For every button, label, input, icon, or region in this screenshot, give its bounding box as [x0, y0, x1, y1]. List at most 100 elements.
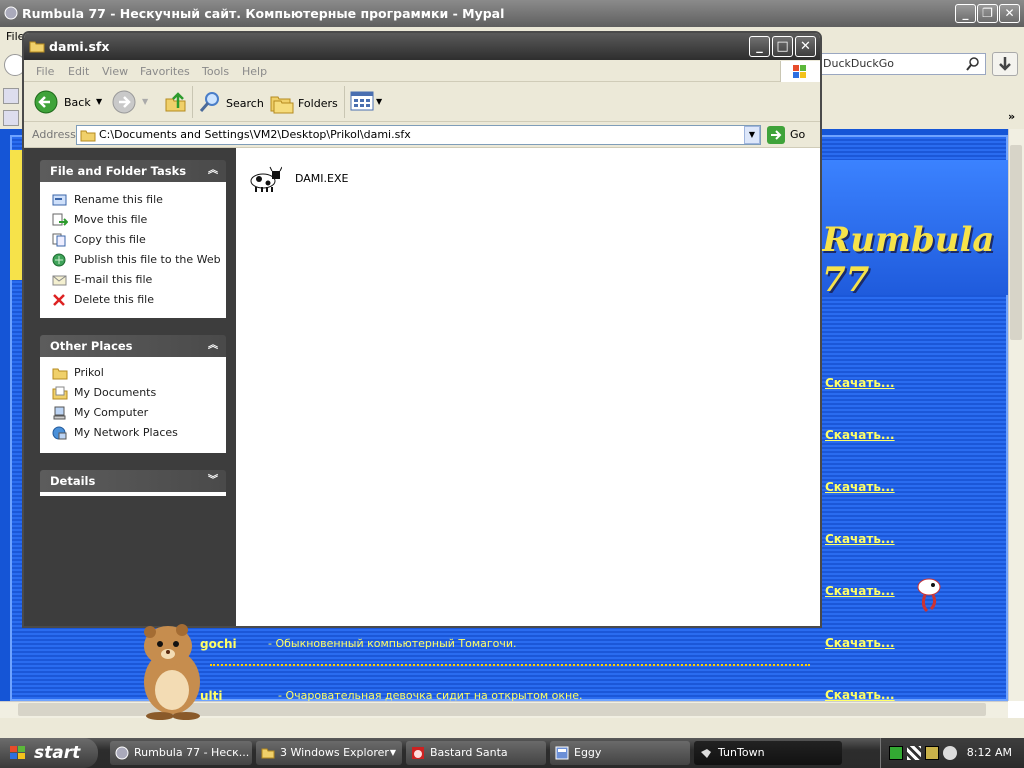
views-dropdown-icon[interactable]: ▼: [376, 97, 382, 106]
taskbar-item-eggy[interactable]: Eggy: [550, 741, 690, 765]
back-arrow-icon: [34, 90, 58, 114]
taskbar-item-bastard-santa[interactable]: Bastard Santa: [406, 741, 546, 765]
row-divider: [210, 664, 810, 670]
task-rename[interactable]: Rename this file: [52, 190, 163, 210]
site-logo[interactable]: Rumbula 77: [822, 220, 1024, 300]
file-tasks-header[interactable]: File and Folder Tasks ︽: [40, 160, 226, 182]
tray-game-icon[interactable]: [925, 746, 939, 760]
tab-overflow-icon[interactable]: »: [1008, 110, 1015, 123]
download-arrow-icon: [999, 57, 1011, 71]
forward-dropdown-icon[interactable]: ▼: [142, 97, 148, 106]
taskbar-item-label: Rumbula 77 - Неск...: [134, 746, 250, 759]
place-my-documents[interactable]: My Documents: [52, 383, 156, 403]
address-label: Address: [32, 128, 76, 141]
explorer-maximize-button[interactable]: □: [772, 36, 793, 57]
browser-minimize-button[interactable]: _: [955, 4, 976, 23]
taskbar-item-tuntown[interactable]: TunTown: [694, 741, 842, 765]
menu-file[interactable]: File: [36, 65, 54, 78]
place-label: Prikol: [74, 366, 104, 379]
menu-tools[interactable]: Tools: [202, 65, 229, 78]
explorer-title-bar[interactable]: dami.sfx: [24, 33, 820, 60]
small-creature-character[interactable]: [915, 575, 945, 613]
explorer-title: dami.sfx: [49, 39, 110, 54]
place-network[interactable]: My Network Places: [52, 423, 178, 443]
taskbar: start Rumbula 77 - Неск... 3 Windows Exp…: [0, 738, 1024, 768]
clock[interactable]: 8:12 AM: [967, 746, 1012, 759]
search-button[interactable]: Search: [198, 88, 264, 116]
windows-logo: [780, 61, 820, 83]
browser-app-icon: [4, 6, 18, 20]
email-icon: [52, 275, 67, 286]
expand-icon[interactable]: ︾: [206, 474, 220, 488]
back-dropdown-icon[interactable]: ▼: [96, 97, 102, 106]
other-places-header[interactable]: Other Places ︽: [40, 335, 226, 357]
taskbar-item-label: TunTown: [718, 746, 765, 759]
views-button[interactable]: ▼: [350, 90, 386, 116]
browser-title: Rumbula 77 - Нескучный сайт. Компьютерны…: [22, 6, 505, 21]
address-value: C:\Documents and Settings\VM2\Desktop\Pr…: [99, 128, 411, 141]
browser-title-bar[interactable]: Rumbula 77 - Нескучный сайт. Компьютерны…: [0, 0, 1024, 27]
download-link[interactable]: Скачать...: [825, 480, 895, 494]
task-move[interactable]: Move this file: [52, 210, 147, 230]
tray-checker-icon[interactable]: [907, 746, 921, 760]
eggy-icon: [555, 746, 569, 760]
forward-button[interactable]: ▼: [112, 90, 148, 116]
explorer-close-button[interactable]: ✕: [795, 36, 816, 57]
file-item[interactable]: DAMI.EXE: [248, 162, 368, 196]
forward-arrow-icon: [112, 90, 136, 114]
download-link[interactable]: Скачать...: [825, 584, 895, 598]
start-button[interactable]: start: [0, 738, 98, 768]
download-link[interactable]: Скачать...: [825, 532, 895, 546]
menu-edit[interactable]: Edit: [68, 65, 89, 78]
tray-sheep-icon[interactable]: [943, 746, 957, 760]
taskbar-item-label: Eggy: [574, 746, 602, 759]
download-link[interactable]: Скачать...: [825, 376, 895, 390]
windows-flag-icon: [793, 65, 806, 78]
details-header[interactable]: Details ︾: [40, 470, 226, 492]
santa-icon: [412, 747, 424, 759]
hamster-character[interactable]: [132, 620, 210, 720]
taskbar-item-browser[interactable]: Rumbula 77 - Неск...: [110, 741, 252, 765]
task-email[interactable]: E-mail this file: [52, 270, 152, 290]
task-publish[interactable]: Publish this file to the Web: [52, 250, 221, 270]
explorer-minimize-button[interactable]: _: [749, 36, 770, 57]
task-label: Copy this file: [74, 233, 146, 246]
rename-icon: [52, 194, 67, 206]
downloads-button[interactable]: [992, 52, 1018, 76]
group-dropdown-icon[interactable]: ▼: [390, 741, 396, 765]
go-arrow-icon[interactable]: [767, 126, 785, 144]
tuntown-icon: [701, 749, 711, 758]
place-my-computer[interactable]: My Computer: [52, 403, 148, 423]
taskbar-item-explorer[interactable]: 3 Windows Explorer ▼: [256, 741, 402, 765]
collapse-icon[interactable]: ︽: [206, 164, 220, 178]
browser-scroll-thumb[interactable]: [1010, 145, 1022, 340]
menu-favorites[interactable]: Favorites: [140, 65, 190, 78]
search-icon[interactable]: [965, 56, 981, 72]
address-input[interactable]: C:\Documents and Settings\VM2\Desktop\Pr…: [76, 125, 761, 145]
back-button[interactable]: Back ▼: [32, 88, 104, 116]
go-button[interactable]: Go: [790, 128, 805, 141]
system-tray: 8:12 AM: [880, 738, 1024, 768]
place-prikol[interactable]: Prikol: [52, 363, 104, 383]
task-pane: File and Folder Tasks ︽ Rename this file…: [24, 148, 236, 626]
collapse-icon[interactable]: ︽: [206, 339, 220, 353]
menu-view[interactable]: View: [102, 65, 128, 78]
address-dropdown-button[interactable]: ▼: [744, 126, 760, 144]
menu-help[interactable]: Help: [242, 65, 267, 78]
browser-maximize-button[interactable]: ❐: [977, 4, 998, 23]
tray-app-icon[interactable]: [889, 746, 903, 760]
toolbar-separator: [192, 86, 193, 118]
download-link[interactable]: Скачать...: [825, 636, 895, 650]
task-copy[interactable]: Copy this file: [52, 230, 146, 250]
task-delete[interactable]: Delete this file: [52, 290, 154, 310]
tab-icon[interactable]: [3, 110, 19, 126]
details-panel: [40, 492, 226, 496]
download-link[interactable]: Скачать...: [825, 688, 895, 702]
task-label: Publish this file to the Web: [74, 253, 221, 266]
up-folder-button[interactable]: [164, 90, 188, 114]
folders-button[interactable]: Folders: [270, 88, 340, 116]
bookmark-icon[interactable]: [3, 88, 19, 104]
download-link[interactable]: Скачать...: [825, 428, 895, 442]
browser-close-button[interactable]: ✕: [999, 4, 1020, 23]
browser-search-input[interactable]: DuckDuckGo: [818, 53, 986, 75]
